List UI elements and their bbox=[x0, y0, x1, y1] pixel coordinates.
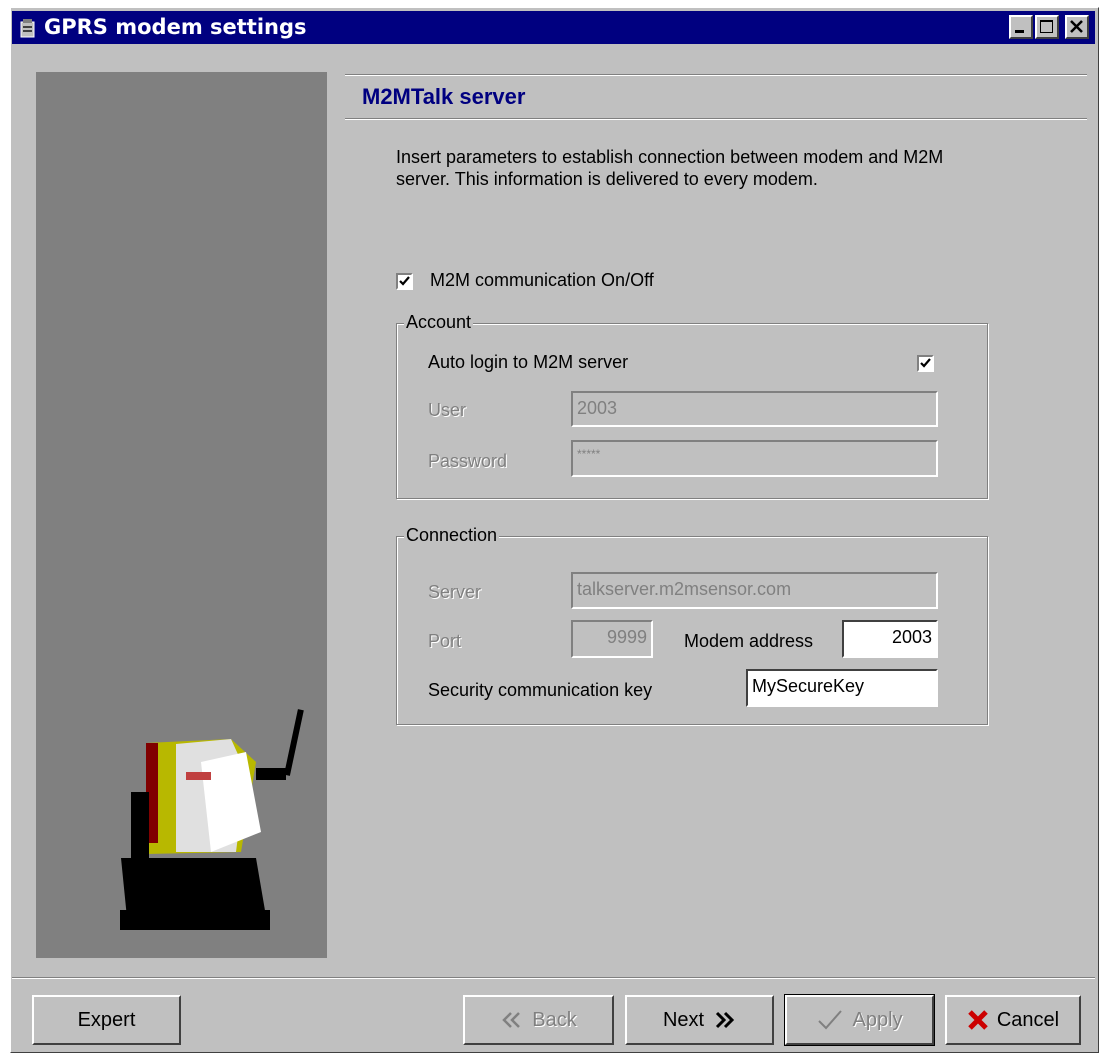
server-field[interactable]: talkserver.m2msensor.com bbox=[571, 572, 938, 609]
footer-divider bbox=[12, 977, 1095, 979]
connection-legend: Connection bbox=[404, 525, 500, 546]
auto-login-checkbox[interactable] bbox=[917, 355, 934, 372]
header-bottom-divider bbox=[345, 118, 1087, 120]
port-field[interactable]: 9999 bbox=[571, 620, 653, 658]
page-heading: M2MTalk server bbox=[362, 84, 526, 109]
m2m-communication-label: M2M communication On/Off bbox=[430, 270, 654, 290]
checkmark-icon bbox=[399, 276, 410, 286]
security-key-label: Security communication key bbox=[428, 680, 653, 700]
port-label: Port bbox=[428, 631, 462, 651]
m2m-communication-checkbox[interactable] bbox=[396, 273, 413, 290]
user-field[interactable]: 2003 bbox=[571, 391, 938, 427]
apply-button-label: Apply bbox=[852, 1008, 903, 1031]
maximize-button[interactable] bbox=[1035, 15, 1059, 39]
next-button-label: Next bbox=[662, 1008, 705, 1031]
title-bar[interactable]: GPRS modem settings bbox=[12, 11, 1095, 44]
checkmark-icon bbox=[920, 358, 931, 368]
account-legend: Account bbox=[404, 312, 474, 333]
expert-button[interactable]: Expert bbox=[32, 995, 181, 1045]
cancel-button[interactable]: Cancel bbox=[945, 995, 1081, 1045]
checkmark-icon bbox=[818, 1010, 843, 1030]
page-description: Insert parameters to establish connectio… bbox=[396, 147, 944, 189]
next-button[interactable]: Next bbox=[625, 995, 774, 1045]
back-button-label: Back bbox=[532, 1008, 577, 1031]
server-label: Server bbox=[428, 582, 482, 602]
modem-address-field[interactable]: 2003 bbox=[842, 620, 938, 658]
password-field[interactable]: ***** bbox=[571, 440, 938, 477]
security-key-field[interactable]: MySecureKey bbox=[746, 669, 938, 707]
red-x-icon bbox=[968, 1010, 988, 1030]
maximize-icon bbox=[1040, 20, 1053, 33]
header-top-divider bbox=[345, 74, 1087, 76]
cancel-button-label: Cancel bbox=[996, 1008, 1060, 1031]
apply-button[interactable]: Apply bbox=[784, 994, 935, 1046]
user-label: User bbox=[428, 400, 467, 420]
close-button[interactable] bbox=[1065, 15, 1089, 39]
close-icon bbox=[1070, 20, 1083, 33]
minimize-button[interactable] bbox=[1009, 15, 1033, 39]
expert-button-label: Expert bbox=[77, 1008, 136, 1031]
modem-address-label: Modem address bbox=[684, 631, 814, 651]
double-chevron-left-icon bbox=[502, 1012, 521, 1028]
password-label: Password bbox=[428, 451, 508, 471]
back-button[interactable]: Back bbox=[463, 995, 614, 1045]
modem-icon bbox=[20, 19, 35, 38]
double-chevron-right-icon bbox=[716, 1011, 735, 1029]
modem-device-image bbox=[120, 709, 304, 930]
side-image-panel bbox=[36, 72, 327, 958]
window-title: GPRS modem settings bbox=[44, 15, 307, 39]
minimize-icon bbox=[1015, 30, 1024, 33]
auto-login-label: Auto login to M2M server bbox=[428, 352, 629, 372]
